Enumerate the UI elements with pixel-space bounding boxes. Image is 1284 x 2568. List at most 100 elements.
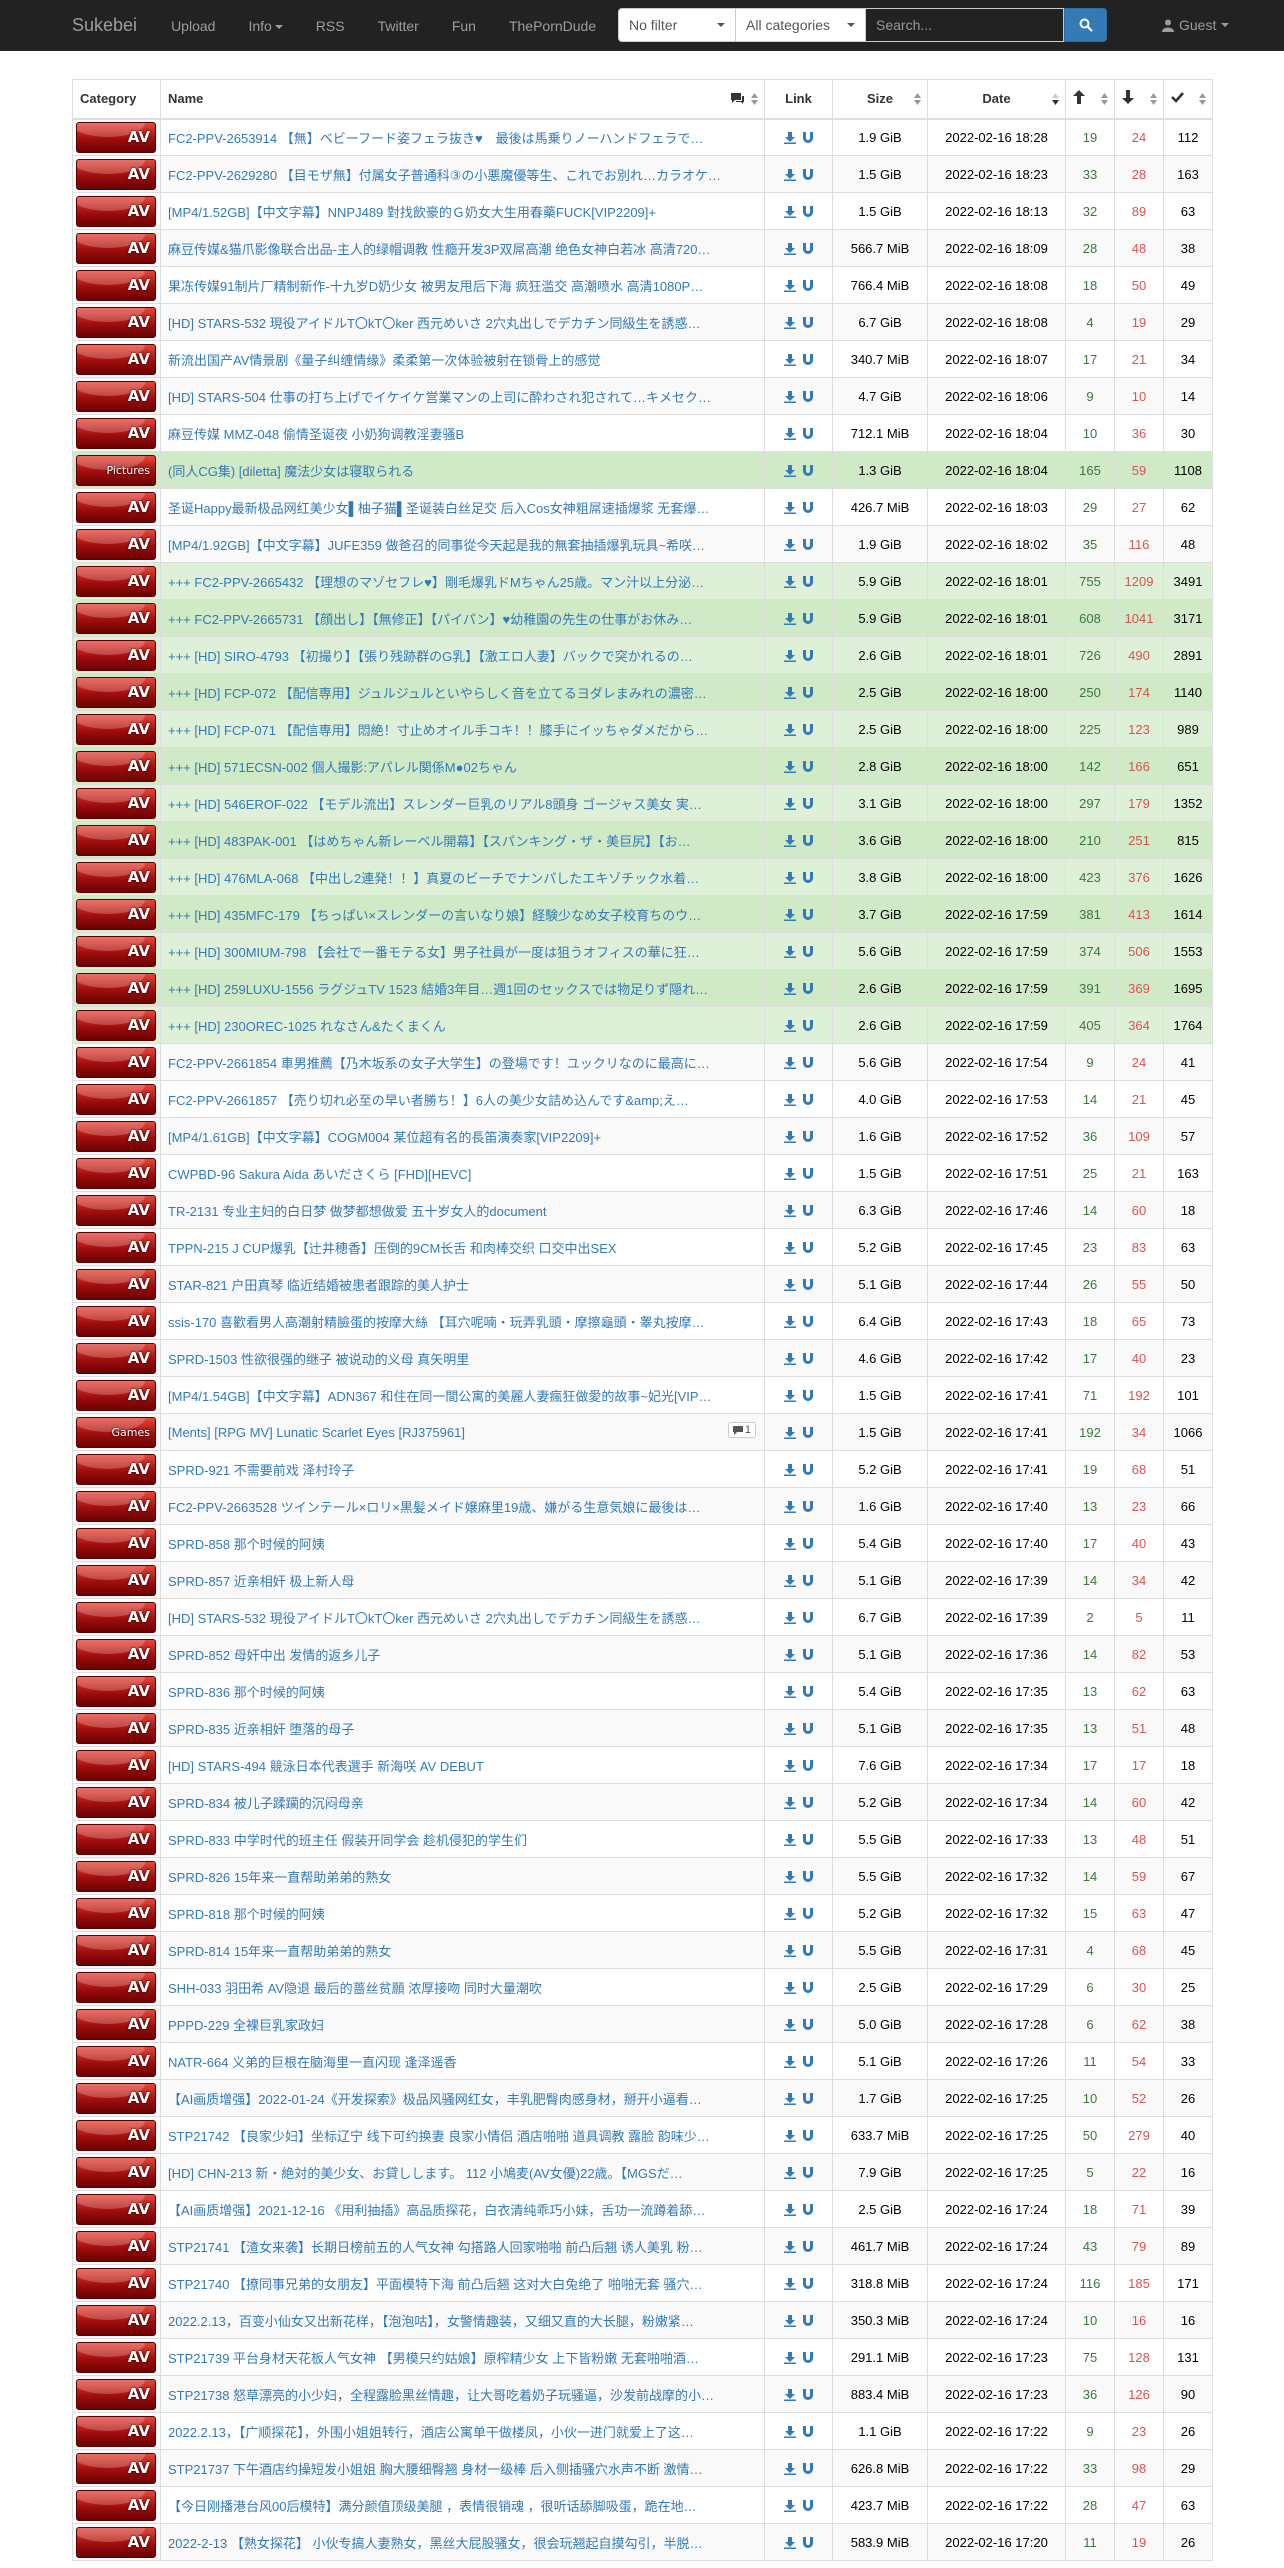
category-badge[interactable]: AV (76, 380, 156, 412)
category-badge[interactable]: AV (76, 639, 156, 671)
torrent-link[interactable]: +++ [HD] FCP-072 【配信専用】ジュルジュルといやらしく音を立てる… (168, 686, 707, 701)
magnet-icon[interactable] (802, 1094, 814, 1106)
magnet-icon[interactable] (802, 2463, 814, 2475)
download-icon[interactable] (783, 1982, 796, 1995)
category-badge[interactable]: Games (76, 1416, 156, 1448)
download-icon[interactable] (783, 1094, 796, 1107)
torrent-link[interactable]: SPRD-852 母奸中出 发情的返乡儿子 (168, 1648, 380, 1663)
magnet-icon[interactable] (802, 2352, 814, 2364)
download-icon[interactable] (783, 1797, 796, 1810)
nav-rss[interactable]: RSS (316, 18, 345, 34)
category-badge[interactable]: AV (76, 195, 156, 227)
download-icon[interactable] (783, 1871, 796, 1884)
torrent-link[interactable]: FC2-PPV-2629280 【目モザ無】付属女子普通科③の小悪魔優等生、これ… (168, 168, 721, 183)
category-badge[interactable]: AV (76, 1157, 156, 1189)
nav-upload[interactable]: Upload (171, 18, 215, 34)
torrent-link[interactable]: 圣诞Happy最新极品网红美少女▌柚子猫▌圣诞装白丝足交 后入Cos女神粗屌速插… (168, 501, 709, 516)
category-badge[interactable]: AV (76, 2193, 156, 2225)
magnet-icon[interactable] (802, 835, 814, 847)
download-icon[interactable] (783, 1020, 796, 1033)
sort-icon[interactable] (1199, 93, 1206, 105)
category-badge[interactable]: AV (76, 1749, 156, 1781)
torrent-link[interactable]: TR-2131 专业主妇的白日梦 做梦都想做爱 五十岁女人的document (168, 1204, 547, 1219)
category-badge[interactable]: Pictures (76, 454, 156, 486)
category-badge[interactable]: AV (76, 2489, 156, 2521)
torrent-link[interactable]: +++ [HD] SIRO-4793 【初撮り】【張り残跡群のG乳】【激エロ人妻… (168, 649, 693, 664)
torrent-link[interactable]: SPRD-858 那个时候的阿姨 (168, 1537, 325, 1552)
magnet-icon[interactable] (802, 2278, 814, 2290)
torrent-link[interactable]: NATR-664 义弟的巨根在脑海里一直闪现 逢泽遥香 (168, 2055, 457, 2070)
torrent-link[interactable]: SPRD-818 那个时候的阿姨 (168, 1907, 325, 1922)
download-icon[interactable] (783, 2463, 796, 2476)
magnet-icon[interactable] (802, 872, 814, 884)
download-icon[interactable] (783, 1131, 796, 1144)
magnet-icon[interactable] (802, 2019, 814, 2031)
download-icon[interactable] (783, 317, 796, 330)
magnet-icon[interactable] (802, 2389, 814, 2401)
header-completed[interactable] (1163, 79, 1213, 120)
magnet-icon[interactable] (802, 687, 814, 699)
download-icon[interactable] (783, 2093, 796, 2106)
magnet-icon[interactable] (802, 1316, 814, 1328)
download-icon[interactable] (783, 946, 796, 959)
header-seeders[interactable] (1065, 79, 1115, 120)
category-badge[interactable]: AV (76, 1009, 156, 1041)
torrent-link[interactable]: SPRD-833 中学时代的班主任 假装开同学会 趁机侵犯的学生们 (168, 1833, 527, 1848)
torrent-link[interactable]: [HD] STARS-532 現役アイドルT〇kT〇ker 西元めいさ 2穴丸出… (168, 1611, 700, 1626)
torrent-link[interactable]: FC2-PPV-2663528 ツインテール×ロリ×黒髪メイド嬢麻里19歳、嫌が… (168, 1500, 700, 1515)
torrent-link[interactable]: SPRD-835 近亲相奸 堕落的母子 (168, 1722, 354, 1737)
magnet-icon[interactable] (802, 2093, 814, 2105)
torrent-link[interactable]: STP21740 【撩同事兄弟的女朋友】平面模特下海 前凸后翘 这对大白兔绝了 … (168, 2277, 703, 2292)
torrent-link[interactable]: 麻豆传媒&猫爪影像联合出品-主人的绿帽调教 性瘾开发3P双屌高潮 绝色女神白若冰… (168, 242, 710, 257)
search-input[interactable]: Search... (866, 8, 1064, 42)
category-badge[interactable]: AV (76, 2452, 156, 2484)
category-badge[interactable]: AV (76, 1379, 156, 1411)
magnet-icon[interactable] (802, 280, 814, 292)
download-icon[interactable] (783, 1760, 796, 1773)
torrent-link[interactable]: [MP4/1.54GB]【中文字幕】ADN367 和住在同一間公寓的美麗人妻瘋狂… (168, 1389, 712, 1404)
category-select[interactable]: All categories (736, 8, 866, 42)
category-badge[interactable]: AV (76, 898, 156, 930)
magnet-icon[interactable] (802, 1686, 814, 1698)
category-badge[interactable]: AV (76, 2119, 156, 2151)
magnet-icon[interactable] (802, 1649, 814, 1661)
magnet-icon[interactable] (802, 539, 814, 551)
category-badge[interactable]: AV (76, 824, 156, 856)
category-badge[interactable]: AV (76, 2008, 156, 2040)
magnet-icon[interactable] (802, 761, 814, 773)
sort-icon[interactable] (1101, 93, 1108, 105)
download-icon[interactable] (783, 1205, 796, 1218)
magnet-icon[interactable] (802, 169, 814, 181)
download-icon[interactable] (783, 1501, 796, 1514)
category-badge[interactable]: AV (76, 1823, 156, 1855)
torrent-link[interactable]: [HD] STARS-504 仕事の打ち上げでイケイケ営業マンの上司に酔わされ犯… (168, 390, 711, 405)
magnet-icon[interactable] (802, 1575, 814, 1587)
category-badge[interactable]: AV (76, 2415, 156, 2447)
magnet-icon[interactable] (802, 1612, 814, 1624)
category-badge[interactable]: AV (76, 1268, 156, 1300)
torrent-link[interactable]: FC2-PPV-2653914 【無】ベビーフード姿フェラ抜き♥ 最後は馬乗りノ… (168, 131, 703, 146)
torrent-link[interactable]: [HD] CHN-213 新・絶対的美少女、お貸しします。 112 小鳩麦(AV… (168, 2166, 683, 2181)
download-icon[interactable] (783, 2426, 796, 2439)
category-badge[interactable]: AV (76, 1305, 156, 1337)
download-icon[interactable] (783, 1723, 796, 1736)
category-badge[interactable]: AV (76, 1638, 156, 1670)
category-badge[interactable]: AV (76, 2526, 156, 2558)
torrent-link[interactable]: +++ FC2-PPV-2665432 【理想のマゾセフレ♥】剛毛爆乳ドMちゃん… (168, 575, 704, 590)
download-icon[interactable] (783, 2130, 796, 2143)
download-icon[interactable] (783, 1316, 796, 1329)
download-icon[interactable] (783, 835, 796, 848)
comments-icon[interactable] (730, 92, 745, 105)
nav-theporndude[interactable]: ThePornDude (509, 18, 596, 34)
comment-count[interactable]: 1 (727, 1422, 756, 1438)
download-icon[interactable] (783, 1945, 796, 1958)
magnet-icon[interactable] (802, 2056, 814, 2068)
torrent-link[interactable]: 【AI画质增强】2022-01-24《开发探索》极品风骚网红女，丰乳肥臀肉感身材… (168, 2092, 702, 2107)
category-badge[interactable]: AV (76, 1786, 156, 1818)
torrent-link[interactable]: FC2-PPV-2661857 【売り切れ必至の早い者勝ち！】6人の美少女詰め込… (168, 1093, 689, 1108)
magnet-icon[interactable] (802, 983, 814, 995)
download-icon[interactable] (783, 1834, 796, 1847)
download-icon[interactable] (783, 1538, 796, 1551)
magnet-icon[interactable] (802, 1871, 814, 1883)
download-icon[interactable] (783, 2204, 796, 2217)
